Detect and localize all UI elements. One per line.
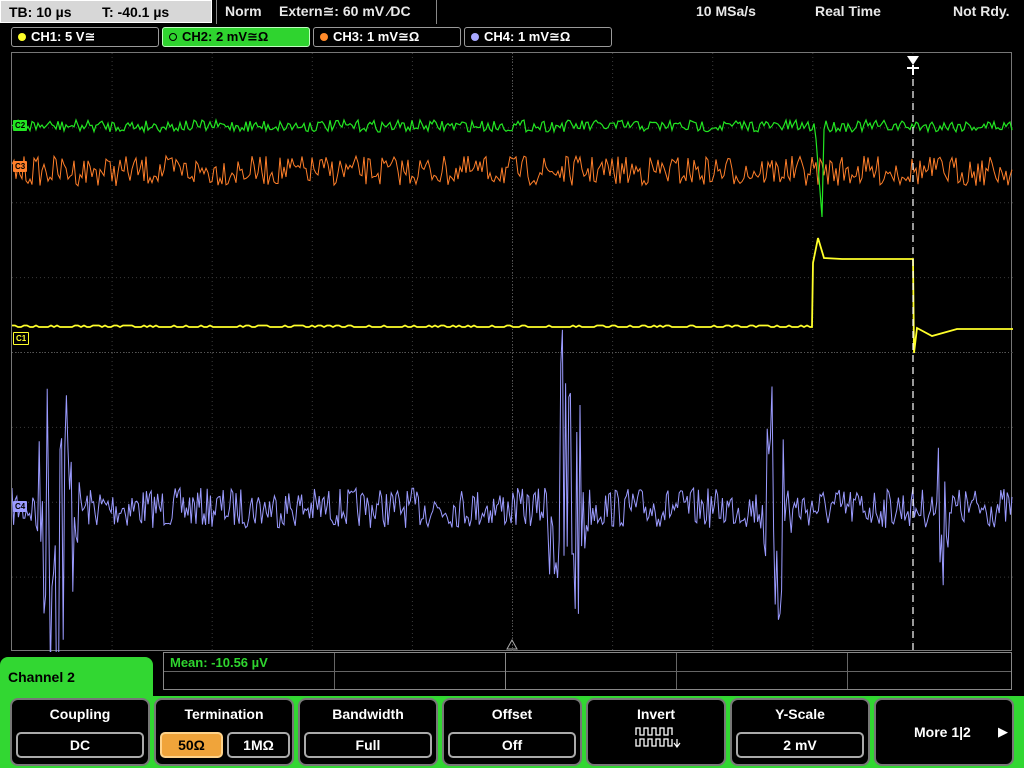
more-softkey[interactable]: More 1|2 ▶ <box>874 698 1014 766</box>
divider <box>436 0 437 24</box>
next-page-icon: ▶ <box>998 724 1008 739</box>
tab-channel-3[interactable]: CH3: 1 mV≅Ω <box>313 27 461 47</box>
divider <box>216 0 217 24</box>
offset-title: Offset <box>491 706 533 722</box>
invert-title: Invert <box>636 706 676 722</box>
termination-1-megohm-option[interactable]: 1MΩ <box>227 732 290 758</box>
status-bar: TB: 10 µs T: -40.1 µs Norm Extern≅: 60 m… <box>0 0 1024 25</box>
divider <box>505 653 506 689</box>
y-scale-title: Y-Scale <box>775 706 825 722</box>
timebase-box[interactable]: TB: 10 µs T: -40.1 µs <box>0 0 212 23</box>
channel-2-offset-marker[interactable]: C2 <box>13 120 28 131</box>
channel-menu-tab[interactable]: Channel 2 <box>0 657 153 701</box>
channel-3-color-dot <box>320 33 328 41</box>
bandwidth-softkey[interactable]: Bandwidth Full <box>298 698 438 766</box>
divider <box>334 653 335 689</box>
mean-measurement: Mean: -10.56 µV <box>170 655 268 670</box>
offset-softkey[interactable]: Offset Off <box>442 698 582 766</box>
termination-softkey[interactable]: Termination 50Ω 1MΩ <box>154 698 294 766</box>
channel-3-offset-marker[interactable]: C3 <box>13 161 28 172</box>
trigger-time-value: T: -40.1 µs <box>102 4 170 20</box>
divider <box>676 653 677 689</box>
tab-channel-1[interactable]: CH1: 5 V≅ <box>11 27 159 47</box>
tab-channel-2[interactable]: CH2: 2 mV≅Ω <box>162 27 310 47</box>
tab-channel-4[interactable]: CH4: 1 mV≅Ω <box>464 27 612 47</box>
divider <box>164 671 1011 672</box>
sample-rate: 10 MSa/s <box>696 3 756 19</box>
termination-title: Termination <box>184 706 264 722</box>
tab-channel-1-label: CH1: 5 V≅ <box>31 29 96 44</box>
trigger-mode[interactable]: Norm <box>225 0 262 25</box>
trigger-position-icon[interactable] <box>907 56 919 65</box>
y-scale-value[interactable]: 2 mV <box>736 732 864 758</box>
bandwidth-value[interactable]: Full <box>304 732 432 758</box>
acquisition-status: Not Rdy. <box>953 3 1010 19</box>
graticule <box>12 53 1013 652</box>
channel-2-color-dot <box>169 33 177 41</box>
channel-menu-title: Channel 2 <box>8 669 75 685</box>
measurement-panel: Mean: -10.56 µV <box>163 652 1012 690</box>
invert-waveform-icon <box>635 727 681 748</box>
channel-4-offset-marker[interactable]: C4 <box>13 501 28 512</box>
coupling-softkey[interactable]: Coupling DC <box>10 698 150 766</box>
timebase-value: TB: 10 µs <box>9 4 72 20</box>
channel-4-color-dot <box>471 33 479 41</box>
tab-channel-4-label: CH4: 1 mV≅Ω <box>484 29 571 44</box>
coupling-value[interactable]: DC <box>16 732 144 758</box>
channel-tabs: CH1: 5 V≅ CH2: 2 mV≅Ω CH3: 1 mV≅Ω CH4: 1… <box>0 26 1024 50</box>
trigger-source[interactable]: Extern≅: 60 mV ⁄DC <box>279 0 411 25</box>
channel-1-offset-marker[interactable]: C1 <box>13 332 30 345</box>
coupling-title: Coupling <box>49 706 111 722</box>
y-scale-softkey[interactable]: Y-Scale 2 mV <box>730 698 870 766</box>
invert-softkey[interactable]: Invert <box>586 698 726 766</box>
divider <box>847 653 848 689</box>
acquisition-mode: Real Time <box>815 3 881 19</box>
bandwidth-title: Bandwidth <box>332 706 404 722</box>
channel-1-color-dot <box>18 33 26 41</box>
tab-channel-3-label: CH3: 1 mV≅Ω <box>333 29 420 44</box>
tab-channel-2-label: CH2: 2 mV≅Ω <box>182 29 269 44</box>
waveform-display[interactable]: C2 C3 C1 C4 <box>11 52 1013 652</box>
waveform-canvas <box>12 53 1013 652</box>
offset-value[interactable]: Off <box>448 732 576 758</box>
more-label: More 1|2 <box>914 724 971 740</box>
termination-50-ohm-option[interactable]: 50Ω <box>160 732 223 758</box>
